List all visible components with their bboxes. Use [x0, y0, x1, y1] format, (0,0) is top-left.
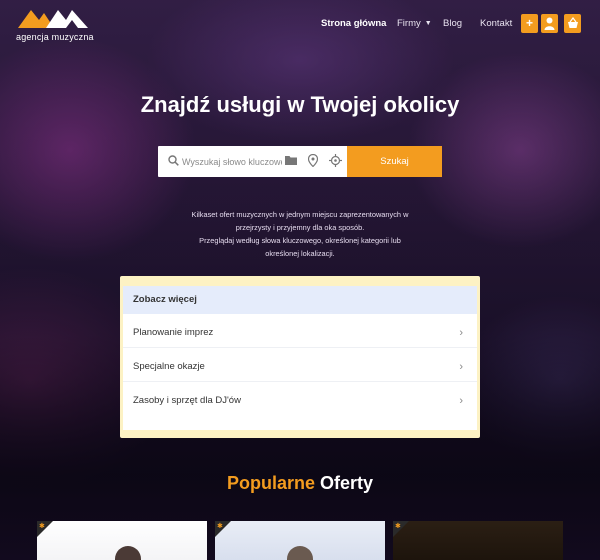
cart-button[interactable] [564, 14, 581, 33]
dropdown-item-special-occasions[interactable]: Specjalne okazje › [123, 348, 477, 382]
popular-highlight: Popularne [226, 473, 315, 493]
locate-me-icon[interactable] [329, 154, 342, 167]
dropdown-item-label: Zasoby i sprzęt dla DJ'ów [133, 395, 241, 406]
hero-headline: Znajdź usługi w Twojej okolicy [140, 92, 460, 117]
nav-contact-link[interactable]: Kontakt [480, 18, 512, 29]
plus-icon: + [525, 16, 533, 30]
dropdown-item-label: Planowanie imprez [133, 327, 214, 338]
location-pin-icon[interactable] [308, 154, 318, 167]
folder-icon[interactable] [285, 155, 297, 165]
star-icon: ✱ [395, 523, 401, 530]
nav-home-link[interactable]: Strona główna [321, 18, 386, 29]
account-button[interactable] [541, 14, 558, 33]
site-header: agencja muzyczna Strona główna Firmy ▼ Bl… [0, 0, 600, 48]
search-button[interactable]: Szukaj [347, 146, 442, 177]
chevron-down-icon: ▼ [424, 20, 432, 27]
offer-card-image [287, 546, 313, 560]
search-icon [168, 155, 179, 166]
chevron-right-icon: › [459, 361, 463, 373]
chevron-right-icon: › [459, 395, 463, 407]
dropdown-header[interactable]: Zobacz więcej [123, 286, 477, 314]
dropdown-item-label: Specjalne okazje [133, 361, 205, 372]
basket-icon [567, 17, 578, 28]
description-line: przejrzysty i przyjemny dla oka sposób. [235, 223, 365, 232]
chevron-right-icon: › [459, 327, 463, 339]
dropdown-list: Zobacz więcej Planowanie imprez › Specja… [123, 286, 477, 430]
search-bar: Szukaj [158, 146, 442, 177]
dropdown-item-dj-equipment[interactable]: Zasoby i sprzęt dla DJ'ów › [123, 382, 477, 416]
nav-firms-label: Firmy [397, 18, 421, 29]
logo-text: agencja muzyczna [16, 32, 94, 42]
offer-card[interactable]: ✱ [37, 521, 207, 560]
nav-firms-link[interactable]: Firmy ▼ [397, 18, 432, 29]
star-icon: ✱ [39, 523, 45, 530]
popular-offers-heading: Popularne Oferty [0, 473, 600, 494]
description-line: określonej lokalizacji. [265, 249, 335, 258]
hero-description: Kilkaset ofert muzycznych w jednym miejs… [170, 208, 430, 260]
nav-blog-link[interactable]: Blog [443, 18, 462, 29]
popular-rest: Oferty [320, 473, 374, 493]
dropdown-item-event-planning[interactable]: Planowanie imprez › [123, 314, 477, 348]
search-input[interactable] [182, 153, 282, 170]
description-line: Kilkaset ofert muzycznych w jednym miejs… [191, 210, 409, 219]
description-line: Przeglądaj według słowa kluczowego, okre… [199, 236, 401, 245]
offer-card-image [115, 546, 141, 560]
add-listing-button[interactable]: + [521, 14, 538, 33]
user-icon [544, 17, 555, 30]
offer-card[interactable]: ✱ [393, 521, 563, 560]
offer-card[interactable]: ✱ [215, 521, 385, 560]
category-dropdown: Zobacz więcej Planowanie imprez › Specja… [120, 276, 480, 438]
star-icon: ✱ [217, 523, 223, 530]
main-nav: Strona główna Firmy ▼ Blog Kontakt [0, 18, 600, 32]
